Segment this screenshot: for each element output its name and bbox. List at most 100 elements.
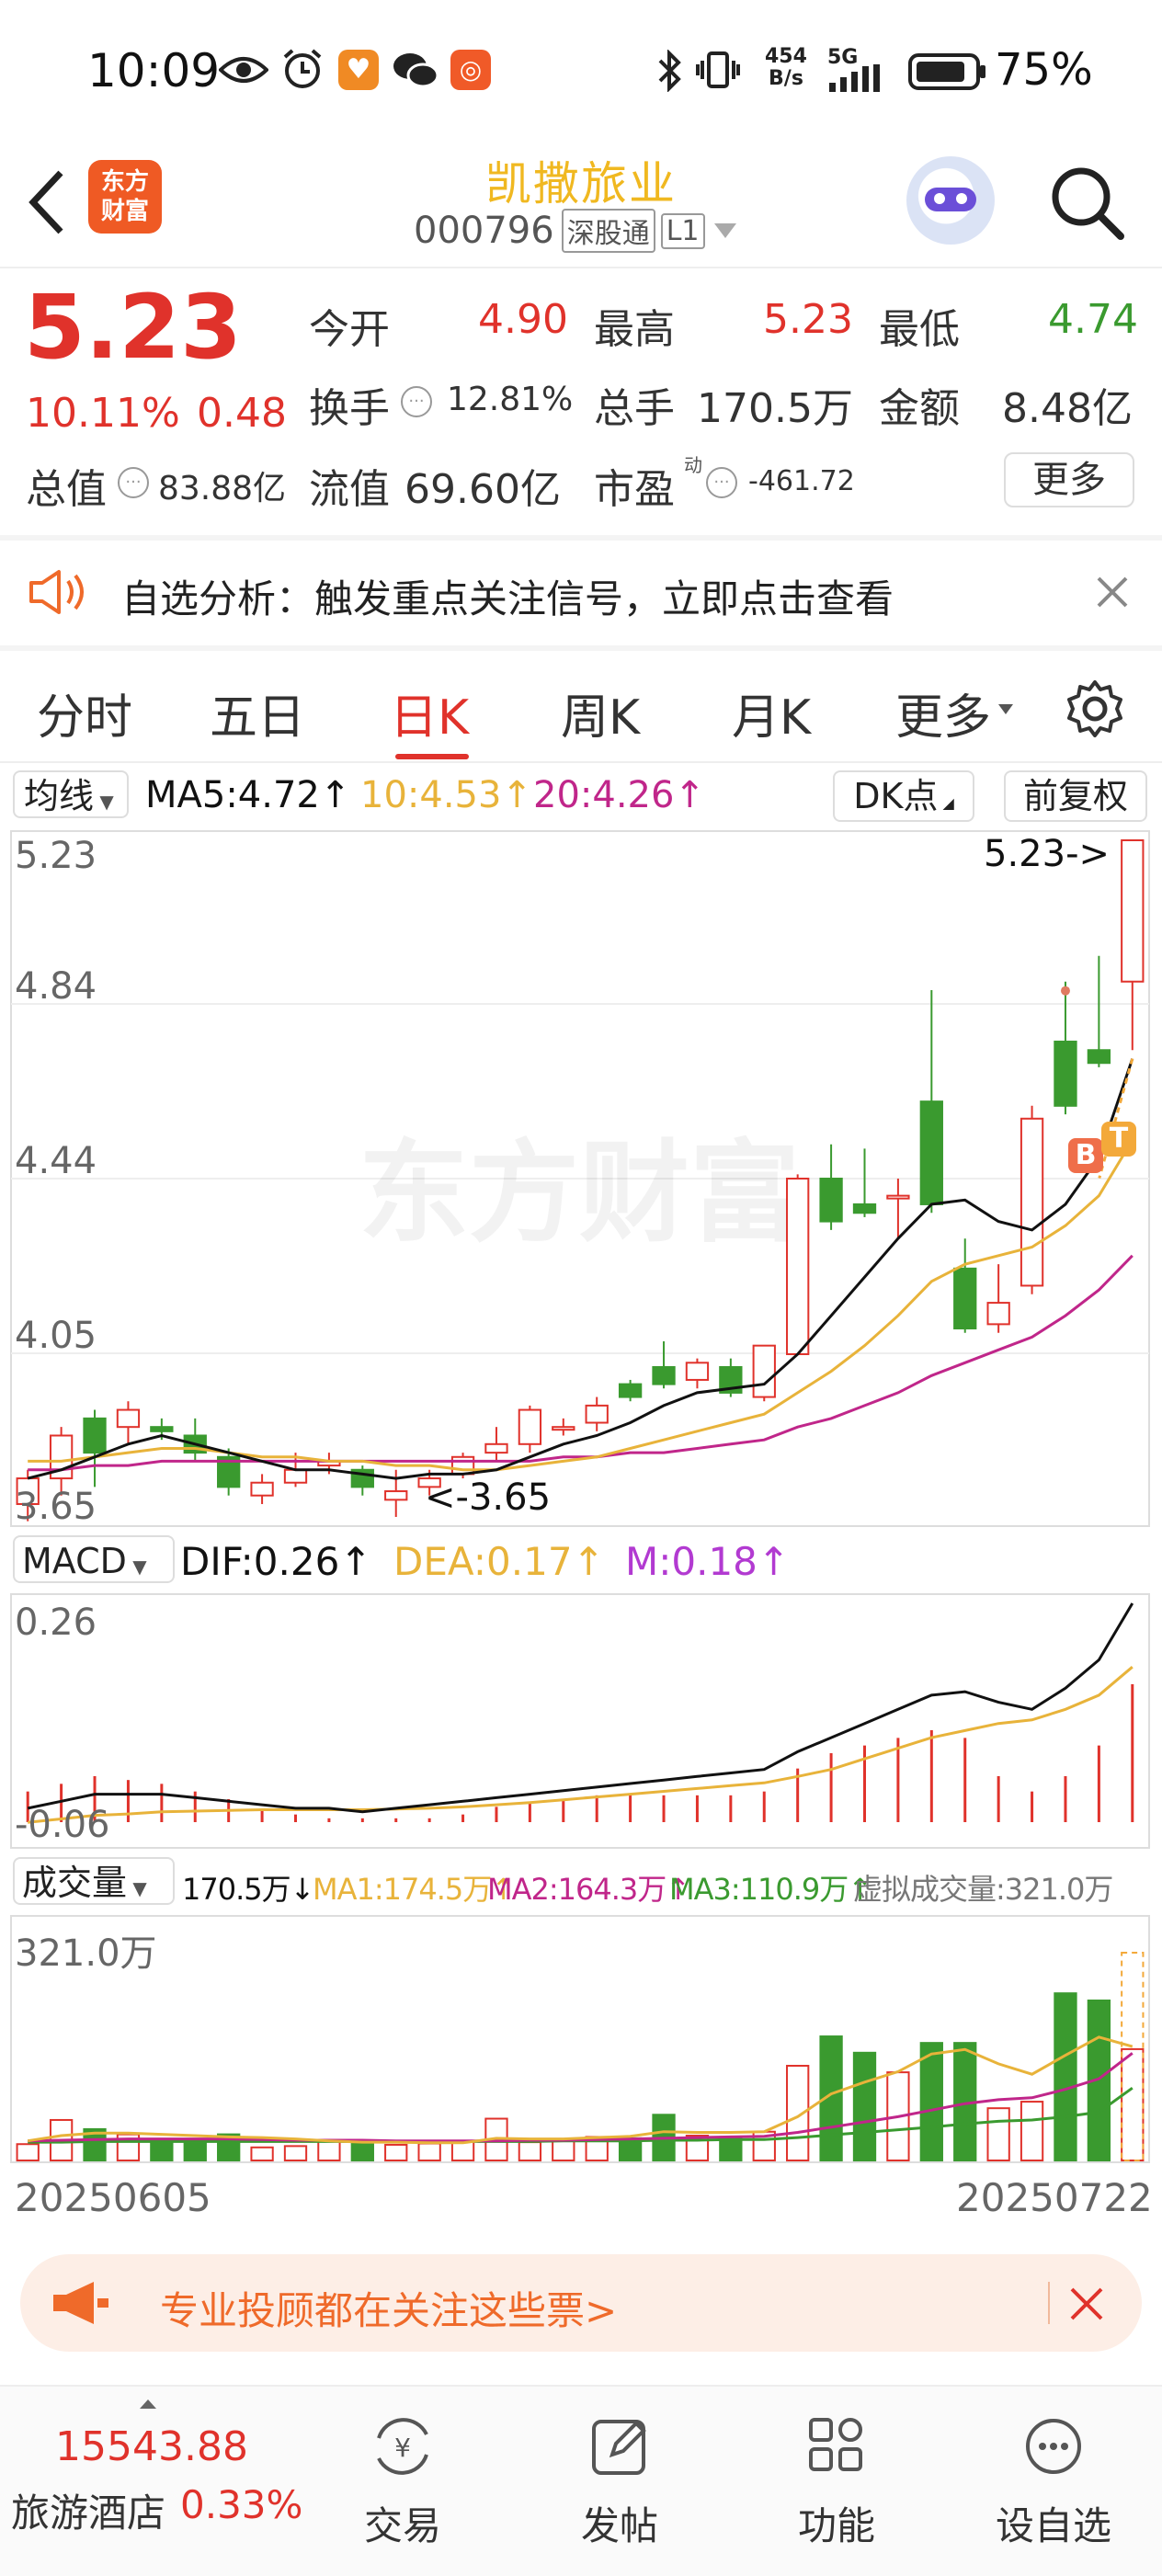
indicator-selector[interactable]: 均线 ▼ [13,770,129,818]
volume-value: 170.5万 [697,385,853,432]
volume-y-top: 321.0万 [15,1932,157,1975]
candle [1054,1040,1077,1107]
info-icon[interactable]: ··· [401,386,432,417]
turnover-label: 换手 [309,385,390,432]
volume-bar [1020,2101,1044,2161]
tab-more[interactable]: 更多 [895,678,991,747]
dif-value: DIF:0.26↑ [180,1539,372,1584]
change-amt: 0.48 [197,390,287,437]
candle [618,1383,643,1398]
y-label-4: 4.05 [15,1315,97,1357]
m-value: M:0.18↑ [625,1539,791,1584]
ma10-value: 10:4.53↑ [360,774,532,816]
volume-bar [16,2143,40,2162]
macd-svg [10,1593,1150,1849]
candle [1121,839,1145,983]
y-label-3: 4.44 [15,1140,97,1182]
volume-chart[interactable]: 321.0万 [0,1914,1162,2164]
amount-value: 8.48亿 [1002,385,1133,432]
active-tab-underline [395,754,469,759]
tab-daily-k[interactable]: 日K [390,678,469,747]
battery-icon [908,53,985,90]
candle [518,1408,542,1445]
pe-label: 市盈 [594,466,675,513]
y-label-bottom: 3.65 [15,1486,97,1528]
vol-ma1: MA1:174.5万↑ [313,1872,516,1907]
search-icon[interactable] [1048,164,1127,243]
speaker-icon [29,570,84,614]
kline-chart[interactable]: 东方财富 5.23 4.84 4.44 4.05 3.65 5.23-> <-3… [0,827,1162,1528]
status-bar: 10:09 ♥ ◎ 454 B/s 5G 75% [0,0,1162,147]
stock-code-row[interactable]: 000796 深股通 L1 [414,208,736,254]
trade-button[interactable]: ¥ 交易 [329,2414,476,2551]
candle [819,1178,843,1223]
amount-label: 金额 [879,385,960,432]
volume-bar [852,2051,877,2161]
macd-selector[interactable]: MACD ▼ [13,1535,175,1583]
last-price: 5.23 [24,276,242,379]
ma5-value: MA5:4.72↑ [145,774,351,816]
open-label: 今开 [309,306,390,353]
add-watchlist-button[interactable]: 设自选 [980,2414,1127,2551]
tab-minute[interactable]: 分时 [37,678,132,747]
volume-bar [283,2145,308,2161]
tab-five-day[interactable]: 五日 [210,678,305,747]
more-circle-icon [1026,2419,1081,2474]
robot-avatar-icon[interactable] [906,156,995,245]
candle [953,1267,977,1330]
signal-dot [1060,986,1070,996]
macd-chart[interactable]: 0.26 -0.06 [0,1592,1162,1850]
high-label: 最高 [594,306,675,353]
index-expand-icon[interactable] [140,2399,156,2409]
date-start: 20250605 [15,2175,211,2220]
candle [150,1426,174,1432]
candle [450,1455,475,1476]
status-time: 10:09 [87,44,221,97]
signal-icon [829,64,880,92]
promo-text: 专业投顾都在关注这些票> [160,2288,618,2333]
volume-bar [919,2042,943,2161]
adjust-button[interactable]: 前复权 [1004,770,1147,822]
more-button[interactable]: 更多 [1004,452,1134,507]
candle [685,1362,710,1381]
svg-text:¥: ¥ [394,2433,411,2463]
notice-bar[interactable]: 自选分析：触发重点关注信号，立即点击查看 [0,541,1162,645]
volume-bar [986,2107,1010,2161]
buy-badge[interactable]: B [1068,1138,1103,1173]
t-badge[interactable]: T [1101,1122,1136,1157]
bottom-bar: 15543.88 旅游酒店 0.33% ¥ 交易 发帖 功能 设自选 [0,2385,1162,2576]
watermark: 东方财富 [359,1130,800,1258]
close-icon[interactable] [1094,574,1131,610]
volume-bar [350,2141,374,2162]
volume-selector[interactable]: 成交量 ▼ [13,1857,175,1905]
tab-weekly-k[interactable]: 周K [561,678,640,747]
info-icon[interactable]: ··· [706,467,737,498]
index-value[interactable]: 15543.88 [55,2423,248,2470]
function-button[interactable]: 功能 [763,2414,910,2551]
dk-point-button[interactable]: DK点 ◢ [833,770,974,822]
candle [283,1468,308,1484]
low-label: 最低 [879,306,960,353]
candle [552,1426,575,1431]
close-icon[interactable] [1068,2285,1105,2322]
pe-superscript: 动 [684,454,702,476]
volume-legend-bar: 成交量 ▼ 170.5万↓ MA1:174.5万↑ MA2:164.3万↑ MA… [0,1852,1162,1912]
eye-icon [219,57,268,83]
bluetooth-icon [658,50,681,92]
tab-monthly-k[interactable]: 月K [732,678,811,747]
battery-percent: 75% [995,44,1093,96]
candle [384,1490,408,1501]
candle [484,1442,508,1454]
info-icon[interactable]: ··· [118,467,149,498]
volume-bar [183,2142,207,2162]
vol-value: 170.5万↓ [182,1872,314,1907]
promo-banner[interactable]: 专业投顾都在关注这些票> [20,2254,1142,2352]
dropdown-arrow-icon [713,223,736,238]
ma-legend-bar: 均线 ▼ MA5:4.72↑ 10:4.53↑ 20:4.26↑ DK点 ◢ 前… [0,765,1162,826]
candle [250,1481,274,1497]
gear-icon[interactable] [1065,678,1125,739]
index-name[interactable]: 旅游酒店 [11,2482,165,2538]
post-button[interactable]: 发帖 [546,2414,693,2551]
volume-bar [384,2143,408,2162]
vibrate-icon [696,51,740,88]
